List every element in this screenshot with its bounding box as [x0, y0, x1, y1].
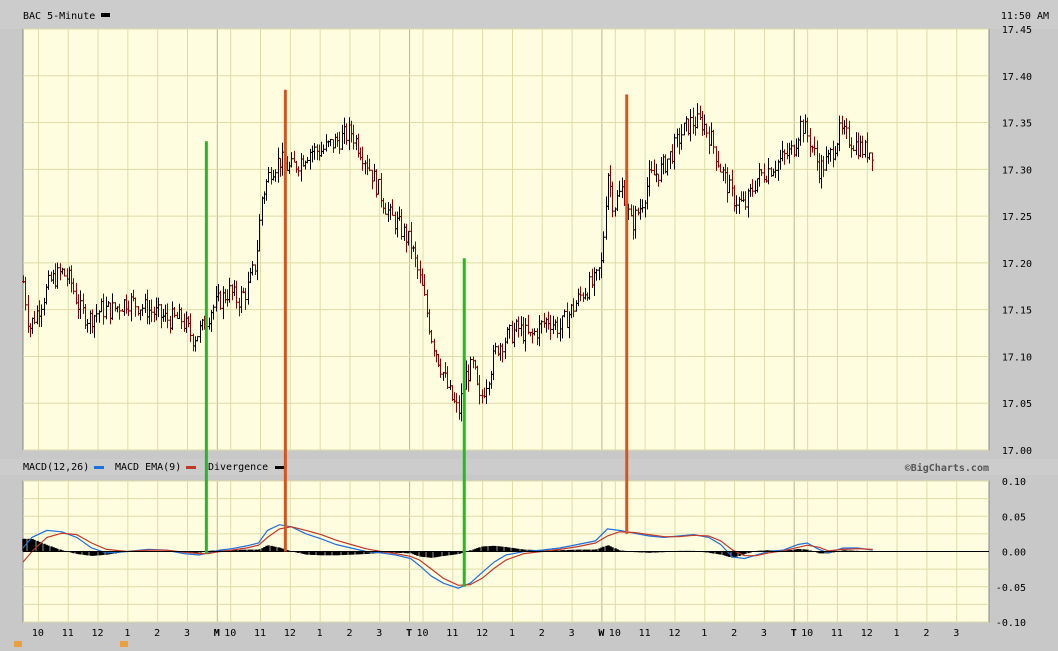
price-tick-label: 17.15: [1002, 306, 1032, 317]
macd-legend-label: MACD(12,26): [23, 462, 89, 473]
x-tick-label: 10: [609, 628, 621, 639]
price-tick-label: 17.25: [1002, 212, 1032, 223]
x-tick-label: 2: [731, 628, 737, 639]
x-tick-label: 12: [92, 628, 104, 639]
x-tick-label: 11: [446, 628, 458, 639]
x-tick-label: 1: [894, 628, 900, 639]
x-tick-label: 11: [62, 628, 74, 639]
x-tick-label: 11: [254, 628, 266, 639]
x-tick-label: 10: [801, 628, 813, 639]
x-tick-label: 2: [154, 628, 160, 639]
x-tick-label: 1: [124, 628, 130, 639]
x-tick-label: 10: [224, 628, 236, 639]
x-tick-label: 3: [569, 628, 575, 639]
x-tick-label: 11: [639, 628, 651, 639]
price-axis: 17.45 17.40 17.35 17.30 17.25 17.20 17.15 17.10…: [1002, 25, 1032, 457]
x-tick-label: T: [791, 628, 797, 639]
price-tick-label: 17.35: [1002, 119, 1032, 130]
x-tick-label: 3: [953, 628, 959, 639]
chart: BAC 5-Minute 11:50 AM 17.45 17.40 17.35 17.…: [0, 0, 1058, 651]
chart-svg: BAC 5-Minute 11:50 AM 17.4517.4017.3517.…: [0, 0, 1058, 647]
price-plot-area: [22, 28, 990, 451]
price-tick-label: 17.10: [1002, 352, 1032, 363]
x-tick-label: 2: [923, 628, 929, 639]
x-tick-label: 10: [32, 628, 44, 639]
price-tick-label: 17.40: [1002, 72, 1032, 83]
scroll-left-icon[interactable]: [14, 641, 22, 647]
ema-legend-label: MACD EMA(9): [115, 462, 181, 473]
x-tick-label: 12: [668, 628, 680, 639]
divergence-legend-label: Divergence: [208, 462, 268, 473]
x-tick-label: 2: [539, 628, 545, 639]
x-tick-label: 3: [761, 628, 767, 639]
x-tick-label: 12: [284, 628, 296, 639]
x-tick-label: 3: [376, 628, 382, 639]
x-tick-label: W: [598, 628, 605, 639]
macd-tick-label: -0.05: [996, 583, 1026, 594]
x-tick-label: 12: [476, 628, 488, 639]
macd-tick-label: 0.10: [1002, 477, 1026, 488]
x-tick-label: M: [214, 628, 220, 639]
macd-legend-swatch: [94, 466, 104, 469]
x-axis: 10 11 12 1 2 3 M 10 11 12 1 2 3 T 10 11 12 1 2 3 W 10 11 12 1 2 3 T…: [32, 628, 959, 639]
price-tick-label: 17.20: [1002, 259, 1032, 270]
header-bar: [0, 0, 1058, 29]
macd-tick-label: -0.10: [996, 618, 1026, 629]
timestamp: 11:50 AM: [1001, 11, 1049, 22]
scroll-right-icon[interactable]: [120, 641, 128, 647]
title-legend-swatch: [101, 13, 110, 17]
credit-label: ©BigCharts.com: [905, 462, 989, 474]
price-tick-label: 17.30: [1002, 165, 1032, 176]
macd-tick-label: 0.05: [1002, 512, 1026, 523]
price-tick-label: 17.45: [1002, 25, 1032, 36]
price-tick-label: 17.05: [1002, 399, 1032, 410]
x-tick-label: 2: [346, 628, 352, 639]
macd-tick-label: 0.00: [1002, 548, 1026, 559]
chart-title: BAC 5-Minute: [23, 11, 95, 22]
macd-axis: 0.10 0.05 0.00 -0.05 -0.10: [996, 477, 1026, 629]
x-tick-label: 10: [416, 628, 428, 639]
price-tick-label: 17.00: [1002, 446, 1032, 457]
x-tick-label: 1: [701, 628, 707, 639]
x-tick-label: 1: [509, 628, 515, 639]
x-tick-label: 12: [861, 628, 873, 639]
x-tick-label: 1: [317, 628, 323, 639]
x-tick-label: 3: [184, 628, 190, 639]
divergence-legend-swatch: [275, 466, 285, 469]
ema-legend-swatch: [186, 466, 196, 469]
x-tick-label: 11: [831, 628, 843, 639]
x-tick-label: T: [406, 628, 412, 639]
